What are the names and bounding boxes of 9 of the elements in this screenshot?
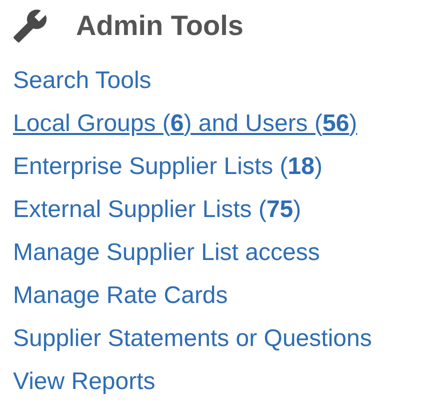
admin-link[interactable]: Search Tools bbox=[13, 67, 152, 110]
admin-link[interactable]: Manage Supplier List access bbox=[13, 239, 320, 282]
admin-link[interactable]: Manage Rate Cards bbox=[13, 282, 228, 325]
admin-link[interactable]: Local Groups (6) and Users (56) bbox=[13, 110, 358, 153]
admin-link[interactable]: Supplier Statements or Questions bbox=[13, 325, 372, 368]
admin-link[interactable]: View Reports bbox=[13, 368, 156, 405]
admin-link[interactable]: Enterprise Supplier Lists (18) bbox=[13, 153, 322, 196]
section-title: Admin Tools bbox=[76, 12, 244, 40]
admin-link[interactable]: External Supplier Lists (75) bbox=[13, 196, 302, 239]
